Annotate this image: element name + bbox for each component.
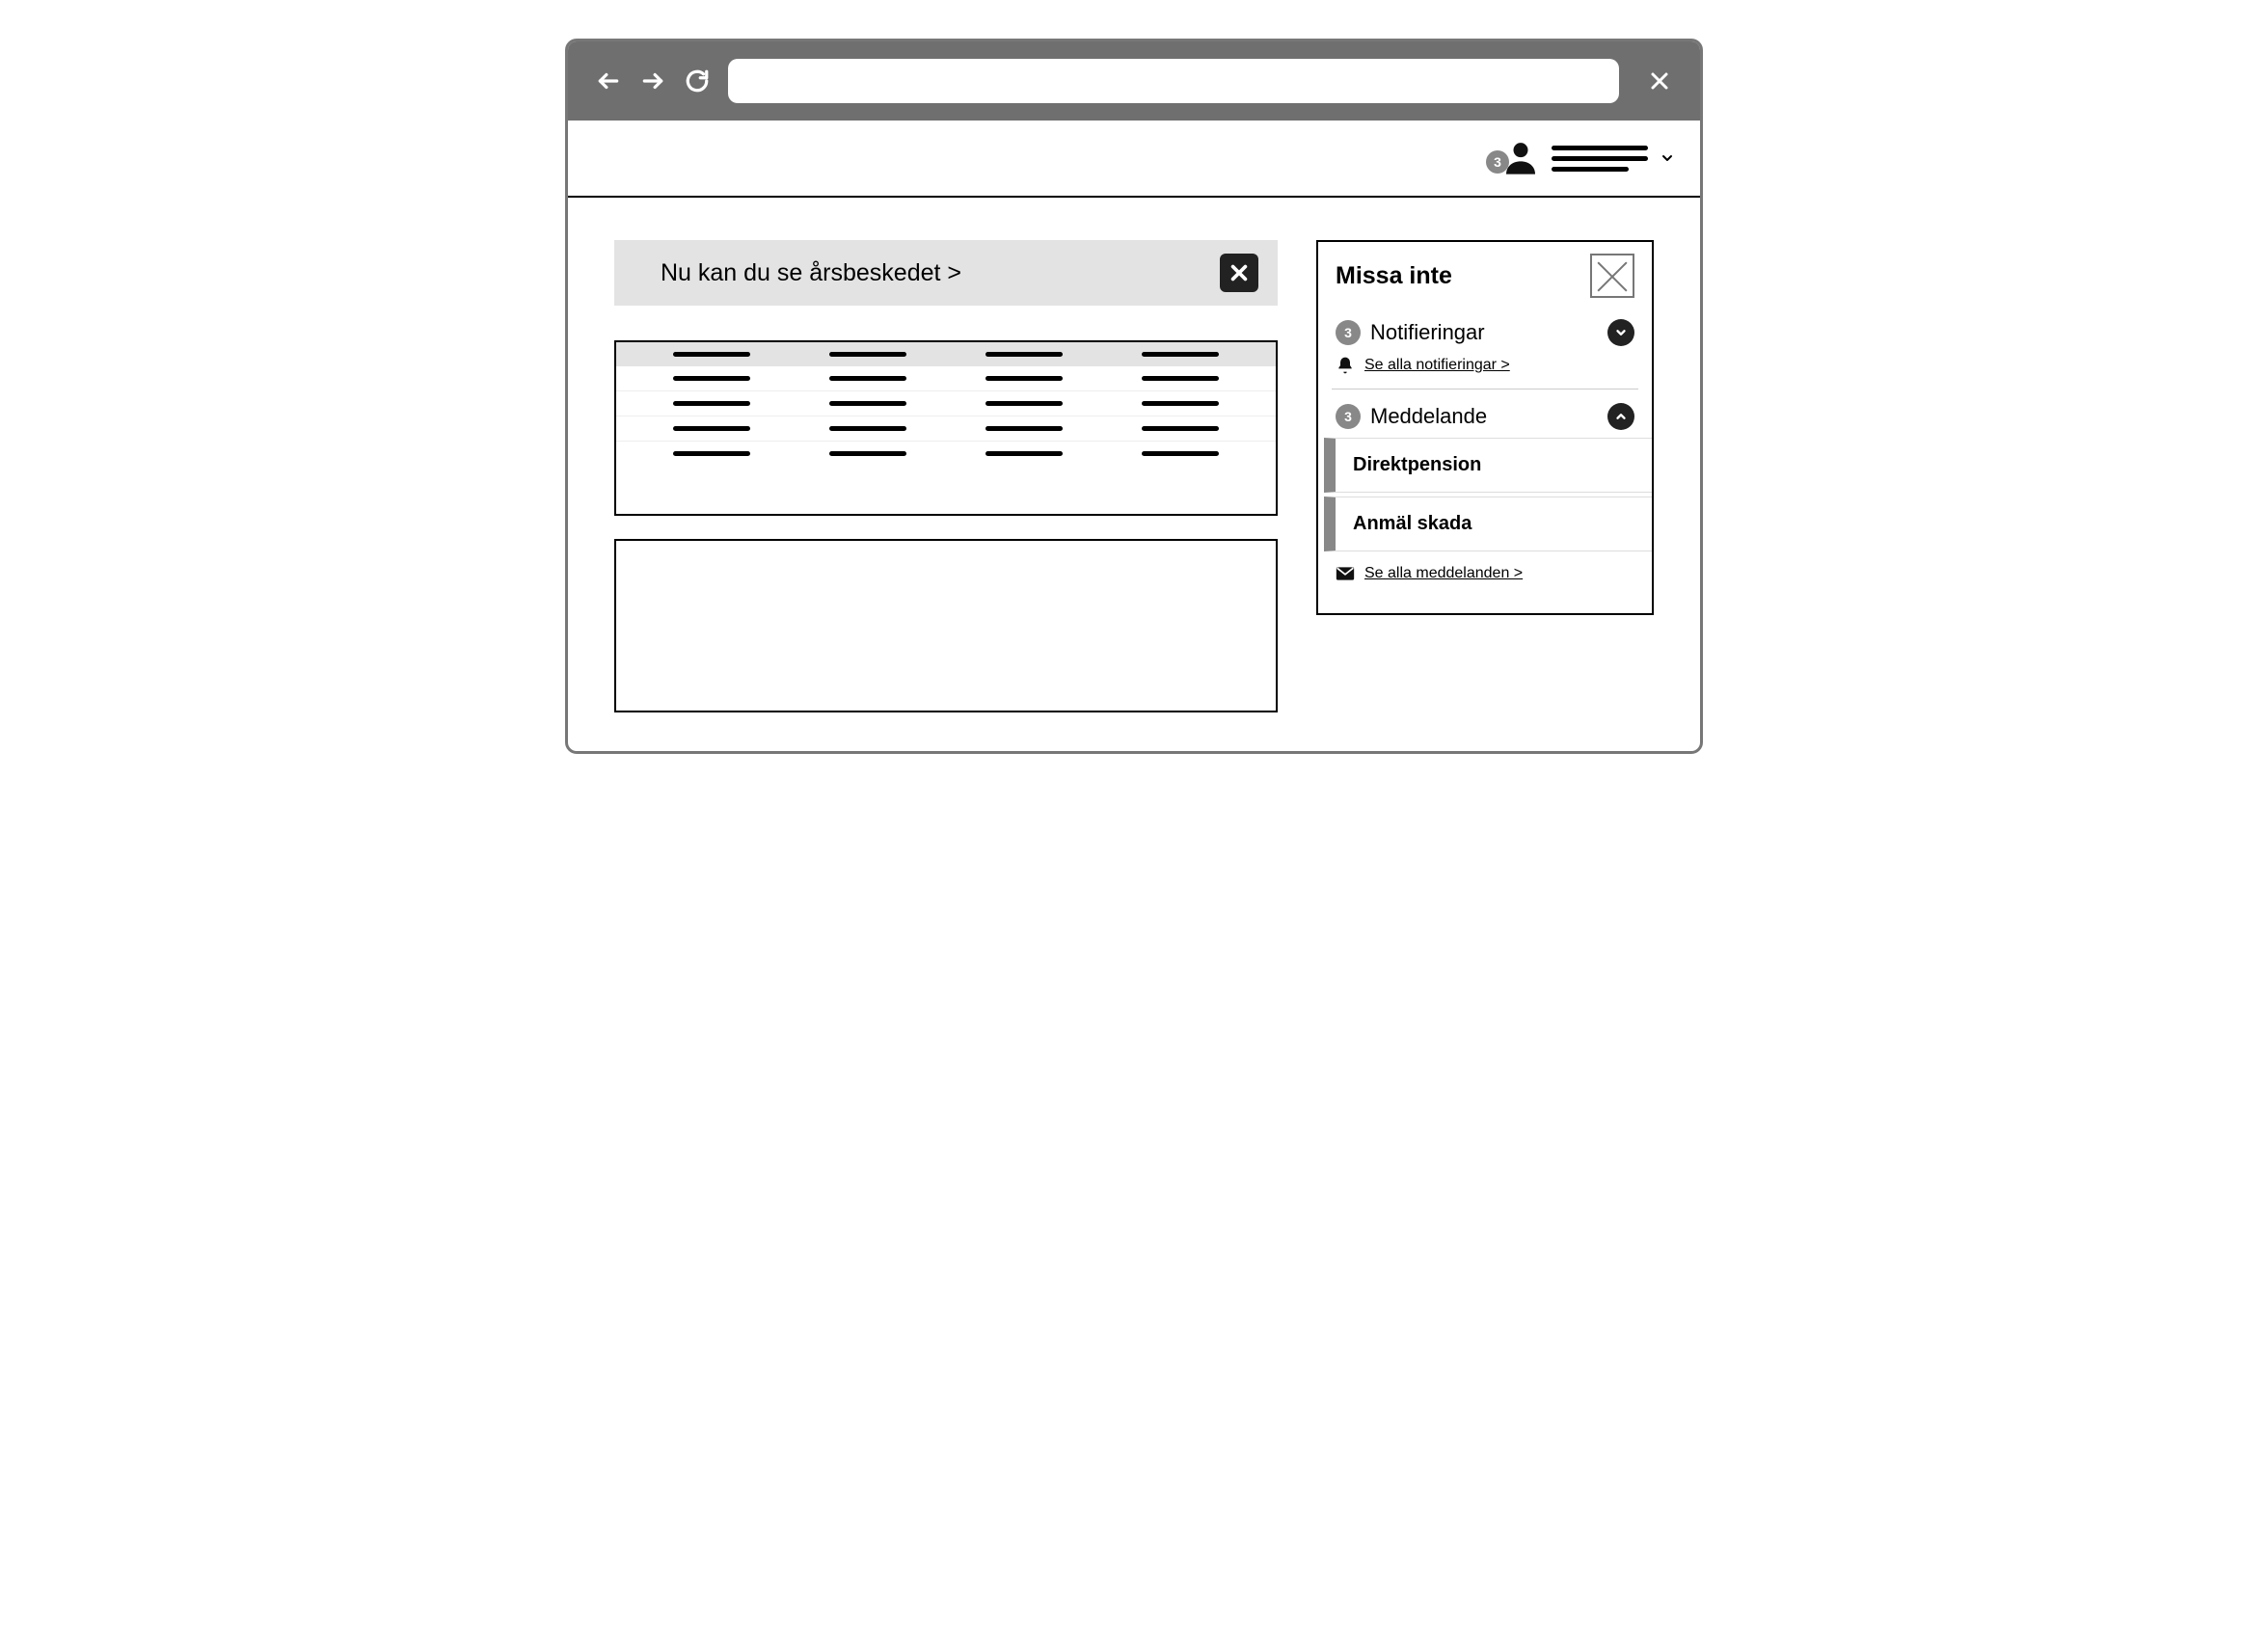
table-cell (799, 376, 936, 381)
message-item[interactable]: Direktpension (1324, 438, 1652, 493)
announcement-banner[interactable]: Nu kan du se årsbeskedet > (614, 240, 1278, 306)
table-cell (643, 451, 780, 456)
image-placeholder-icon (1590, 254, 1634, 298)
table-header-cell (956, 352, 1093, 357)
table-cell (956, 451, 1093, 456)
notifications-count: 3 (1336, 320, 1361, 345)
table-header-cell (799, 352, 936, 357)
table-row (616, 442, 1276, 466)
forward-button[interactable] (639, 67, 666, 94)
see-all-notifications-text[interactable]: Se alla notifieringar > (1364, 357, 1510, 374)
table-header-cell (1112, 352, 1249, 357)
reload-button[interactable] (684, 67, 711, 94)
chevron-up-icon (1607, 403, 1634, 430)
avatar: 3 (1501, 139, 1540, 177)
bell-icon (1336, 356, 1355, 375)
table-cell (799, 401, 936, 406)
see-all-messages-link[interactable]: Se alla meddelanden > (1318, 551, 1652, 596)
table-row (616, 391, 1276, 416)
table-cell (799, 451, 936, 456)
table-cell (956, 426, 1093, 431)
notifications-label: Notifieringar (1370, 320, 1598, 345)
chevron-down-icon (1660, 150, 1675, 166)
overview-table (614, 340, 1278, 516)
table-cell (956, 376, 1093, 381)
header-badge-count: 3 (1486, 150, 1509, 174)
site-header: 3 (568, 121, 1700, 198)
see-all-messages-text[interactable]: Se alla meddelanden > (1364, 565, 1523, 582)
side-panel: Missa inte 3 Notifieringar Se alla notif… (1316, 240, 1654, 615)
page-content: Nu kan du se årsbeskedet > (568, 198, 1700, 751)
table-cell (643, 376, 780, 381)
side-panel-header: Missa inte (1318, 254, 1652, 306)
secondary-panel (614, 539, 1278, 712)
see-all-notifications-link[interactable]: Se alla notifieringar > (1318, 354, 1652, 389)
user-name-placeholder (1552, 146, 1648, 172)
user-menu[interactable]: 3 (1501, 139, 1675, 177)
main-column: Nu kan du se årsbeskedet > (614, 240, 1278, 712)
envelope-icon (1336, 566, 1355, 581)
messages-count: 3 (1336, 404, 1361, 429)
table-cell (799, 426, 936, 431)
banner-close-button[interactable] (1220, 254, 1258, 292)
table-cell (643, 401, 780, 406)
messages-toggle[interactable]: 3 Meddelande (1318, 389, 1652, 438)
table-cell (1112, 451, 1249, 456)
table-cell (1112, 401, 1249, 406)
browser-window: 3 Nu kan du se årsbeskedet > (565, 39, 1703, 754)
table-cell (1112, 376, 1249, 381)
messages-label: Meddelande (1370, 404, 1598, 429)
table-cell (1112, 426, 1249, 431)
url-input[interactable] (728, 59, 1619, 103)
message-item[interactable]: Anmäl skada (1324, 497, 1652, 551)
back-button[interactable] (595, 67, 622, 94)
table-cell (956, 401, 1093, 406)
table-header-row (616, 342, 1276, 366)
side-panel-title: Missa inte (1336, 262, 1452, 290)
banner-text: Nu kan du se årsbeskedet > (661, 259, 1220, 287)
table-cell (643, 426, 780, 431)
table-row (616, 416, 1276, 442)
chevron-down-icon (1607, 319, 1634, 346)
table-header-cell (643, 352, 780, 357)
table-row (616, 366, 1276, 391)
notifications-toggle[interactable]: 3 Notifieringar (1318, 306, 1652, 354)
window-close-button[interactable] (1646, 67, 1673, 94)
browser-toolbar (568, 41, 1700, 121)
